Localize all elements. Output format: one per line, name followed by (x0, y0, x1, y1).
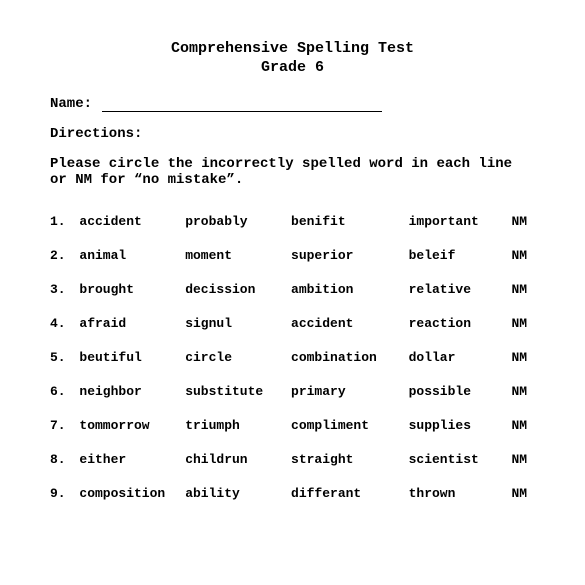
no-mistake-option[interactable]: NM (511, 350, 535, 365)
word-option[interactable]: supplies (409, 418, 512, 433)
word-option[interactable]: straight (291, 452, 409, 467)
no-mistake-option[interactable]: NM (511, 384, 535, 399)
word-option[interactable]: ambition (291, 282, 409, 297)
word-option[interactable]: neighbor (79, 384, 185, 399)
no-mistake-option[interactable]: NM (511, 316, 535, 331)
word-option[interactable]: composition (79, 486, 185, 501)
word-option[interactable]: afraid (79, 316, 185, 331)
word-option[interactable]: benifit (291, 214, 409, 229)
no-mistake-option[interactable]: NM (511, 214, 535, 229)
directions-label: Directions: (50, 126, 535, 142)
word-option[interactable]: accident (291, 316, 409, 331)
question-number: 5. (50, 350, 79, 365)
word-option[interactable]: beleif (409, 248, 512, 263)
question-row: 3.broughtdecissionambitionrelativeNM (50, 282, 535, 297)
question-number: 9. (50, 486, 79, 501)
question-row: 8.eitherchildrunstraightscientistNM (50, 452, 535, 467)
no-mistake-option[interactable]: NM (511, 418, 535, 433)
word-option[interactable]: important (409, 214, 512, 229)
word-option[interactable]: primary (291, 384, 409, 399)
word-option[interactable]: signul (185, 316, 291, 331)
word-option[interactable]: probably (185, 214, 291, 229)
question-row: 6.neighborsubstituteprimarypossibleNM (50, 384, 535, 399)
word-option[interactable]: relative (409, 282, 512, 297)
question-number: 1. (50, 214, 79, 229)
word-option[interactable]: differant (291, 486, 409, 501)
word-option[interactable]: combination (291, 350, 409, 365)
worksheet-page: Comprehensive Spelling Test Grade 6 Name… (0, 0, 585, 540)
question-number: 2. (50, 248, 79, 263)
name-row: Name: (50, 96, 535, 112)
no-mistake-option[interactable]: NM (511, 486, 535, 501)
word-option[interactable]: either (79, 452, 185, 467)
name-label: Name: (50, 96, 102, 112)
word-option[interactable]: substitute (185, 384, 291, 399)
word-option[interactable]: ability (185, 486, 291, 501)
no-mistake-option[interactable]: NM (511, 248, 535, 263)
word-option[interactable]: childrun (185, 452, 291, 467)
question-row: 5.beutifulcirclecombinationdollarNM (50, 350, 535, 365)
word-option[interactable]: accident (79, 214, 185, 229)
word-option[interactable]: circle (185, 350, 291, 365)
word-option[interactable]: decission (185, 282, 291, 297)
page-subtitle: Grade 6 (50, 59, 535, 78)
word-option[interactable]: possible (409, 384, 512, 399)
question-row: 2.animalmomentsuperiorbeleifNM (50, 248, 535, 263)
question-number: 7. (50, 418, 79, 433)
word-option[interactable]: reaction (409, 316, 512, 331)
no-mistake-option[interactable]: NM (511, 452, 535, 467)
question-row: 9.compositionabilitydifferantthrownNM (50, 486, 535, 501)
question-row: 1.accidentprobablybenifitimportantNM (50, 214, 535, 229)
question-number: 4. (50, 316, 79, 331)
question-number: 3. (50, 282, 79, 297)
question-number: 8. (50, 452, 79, 467)
title-block: Comprehensive Spelling Test Grade 6 (50, 40, 535, 78)
word-option[interactable]: thrown (409, 486, 512, 501)
question-number: 6. (50, 384, 79, 399)
word-option[interactable]: tommorrow (79, 418, 185, 433)
questions-list: 1.accidentprobablybenifitimportantNM2.an… (50, 214, 535, 501)
question-row: 4.afraidsignulaccidentreactionNM (50, 316, 535, 331)
question-row: 7.tommorrowtriumphcomplimentsuppliesNM (50, 418, 535, 433)
word-option[interactable]: brought (79, 282, 185, 297)
word-option[interactable]: scientist (409, 452, 512, 467)
name-input-line[interactable] (102, 97, 382, 112)
directions-text: Please circle the incorrectly spelled wo… (50, 156, 535, 188)
word-option[interactable]: beutiful (79, 350, 185, 365)
word-option[interactable]: triumph (185, 418, 291, 433)
word-option[interactable]: compliment (291, 418, 409, 433)
word-option[interactable]: superior (291, 248, 409, 263)
word-option[interactable]: dollar (409, 350, 512, 365)
word-option[interactable]: animal (79, 248, 185, 263)
no-mistake-option[interactable]: NM (511, 282, 535, 297)
word-option[interactable]: moment (185, 248, 291, 263)
page-title: Comprehensive Spelling Test (50, 40, 535, 59)
